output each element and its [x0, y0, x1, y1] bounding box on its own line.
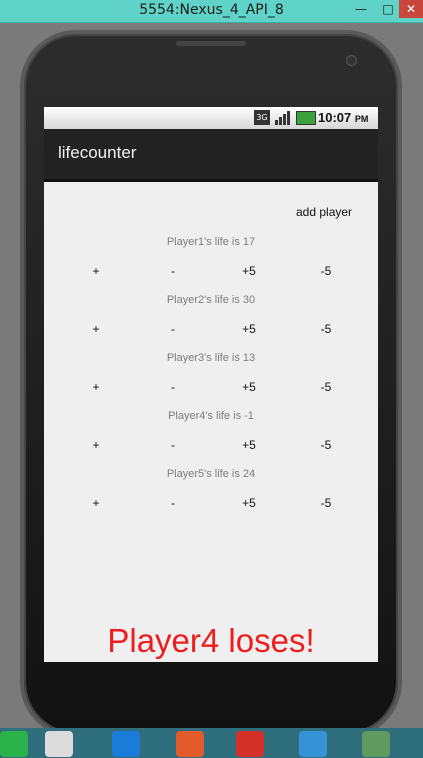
player-life-label-2: Player2's life is 30	[166, 294, 256, 306]
player-1-controls: + - +5 -5	[44, 264, 378, 284]
android-studio-icon[interactable]	[362, 731, 390, 757]
player-5-controls: + - +5 -5	[44, 496, 378, 516]
speaker-grille	[176, 41, 246, 46]
status-ampm: PM	[354, 114, 369, 124]
player-2-minus-button[interactable]: -	[153, 322, 193, 336]
front-camera-icon	[346, 55, 357, 66]
player-1-minus5-button[interactable]: -5	[306, 264, 346, 278]
player-3-controls: + - +5 -5	[44, 380, 378, 400]
media-player-icon[interactable]	[299, 731, 327, 757]
player-1-plus-button[interactable]: +	[76, 264, 116, 278]
player-3-plus-button[interactable]: +	[76, 380, 116, 394]
action-bar: lifecounter	[44, 129, 378, 182]
player-3-minus-button[interactable]: -	[153, 380, 193, 394]
player-5-plus5-button[interactable]: +5	[229, 496, 269, 510]
player-3-minus5-button[interactable]: -5	[306, 380, 346, 394]
network-3g-icon: 3G	[254, 110, 270, 125]
player-life-label-5: Player5's life is 24	[166, 468, 256, 480]
status-bar: 3G 10:07 PM	[44, 107, 378, 129]
player-life-label-4: Player4's life is -1	[168, 410, 254, 422]
add-player-button[interactable]: add player	[296, 205, 352, 219]
player-5-minus-button[interactable]: -	[153, 496, 193, 510]
minimize-button[interactable]: —	[350, 0, 372, 18]
player-2-minus5-button[interactable]: -5	[306, 322, 346, 336]
player-4-plus5-button[interactable]: +5	[229, 438, 269, 452]
app-title: lifecounter	[58, 143, 137, 162]
player-2-controls: + - +5 -5	[44, 322, 378, 342]
window-titlebar: 5554:Nexus_4_API_8 — □ ✕	[0, 0, 423, 23]
player-life-label-1: Player1's life is 17	[166, 236, 256, 248]
player-2-plus5-button[interactable]: +5	[229, 322, 269, 336]
start-icon[interactable]	[0, 731, 28, 757]
music-icon[interactable]	[236, 731, 264, 757]
player-life-label-3: Player3's life is 13	[166, 352, 256, 364]
status-time: 10:07 PM	[318, 110, 368, 125]
angry-bird-icon[interactable]	[176, 731, 204, 757]
player-1-plus5-button[interactable]: +5	[229, 264, 269, 278]
player-4-controls: + - +5 -5	[44, 438, 378, 458]
player-3-plus5-button[interactable]: +5	[229, 380, 269, 394]
player-4-plus-button[interactable]: +	[76, 438, 116, 452]
device-screen: 3G 10:07 PM lifecounter add player Playe…	[44, 107, 378, 662]
signal-icon	[275, 111, 290, 125]
maximize-button[interactable]: □	[377, 0, 399, 18]
player-1-minus-button[interactable]: -	[153, 264, 193, 278]
chrome-icon[interactable]	[45, 731, 73, 757]
player-5-minus5-button[interactable]: -5	[306, 496, 346, 510]
battery-icon	[296, 111, 316, 125]
player-4-minus-button[interactable]: -	[153, 438, 193, 452]
lose-message: Player4 loses!	[107, 622, 315, 659]
windows-store-icon[interactable]	[112, 731, 140, 757]
player-4-minus5-button[interactable]: -5	[306, 438, 346, 452]
close-button[interactable]: ✕	[399, 0, 423, 18]
status-time-value: 10:07	[318, 110, 352, 125]
taskbar	[0, 728, 423, 758]
player-2-plus-button[interactable]: +	[76, 322, 116, 336]
player-5-plus-button[interactable]: +	[76, 496, 116, 510]
